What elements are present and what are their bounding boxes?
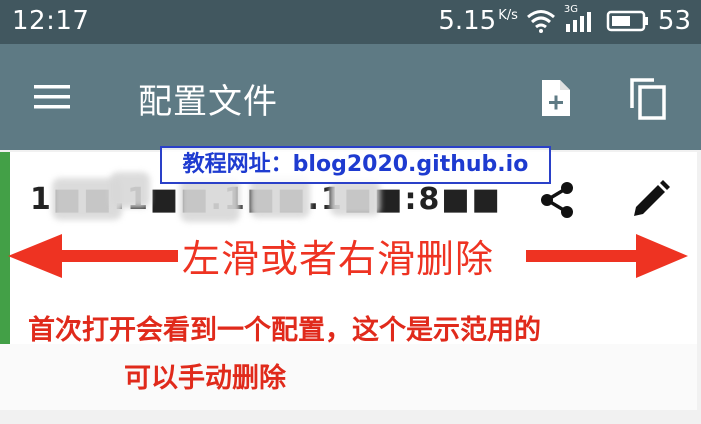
status-bar: 12:17 5.15 K/s 3G 53 xyxy=(0,0,701,44)
list-background xyxy=(0,344,697,410)
redaction-blur xyxy=(330,180,380,216)
redaction-blur xyxy=(110,172,150,208)
tutorial-watermark: 教程网址：blog2020.github.io xyxy=(160,146,551,184)
signal-icon: 3G xyxy=(564,4,598,34)
battery-level: 53 xyxy=(657,6,691,36)
new-file-icon[interactable] xyxy=(538,78,576,118)
app-toolbar: 配置文件 xyxy=(0,44,701,150)
status-time: 12:17 xyxy=(12,6,90,36)
status-indicators: 5.15 K/s 3G 53 xyxy=(438,4,691,36)
battery-icon xyxy=(606,10,648,32)
redaction-blur xyxy=(180,178,240,222)
network-speed-unit: K/s xyxy=(498,8,518,23)
menu-icon[interactable] xyxy=(34,82,70,112)
copy-icon[interactable] xyxy=(628,76,670,122)
share-icon[interactable] xyxy=(538,180,576,220)
page-title: 配置文件 xyxy=(138,82,278,122)
edit-icon[interactable] xyxy=(630,180,670,220)
tutorial-note-line1: 首次打开会看到一个配置，这个是示范用的 xyxy=(28,315,541,346)
network-speed-value: 5.15 xyxy=(438,6,497,36)
network-speed: 5.15 K/s xyxy=(438,6,518,36)
tutorial-note-line2: 可以手动删除 xyxy=(124,363,286,394)
wifi-icon xyxy=(526,10,555,33)
swipe-hint: 左滑或者右滑删除 xyxy=(182,237,495,281)
